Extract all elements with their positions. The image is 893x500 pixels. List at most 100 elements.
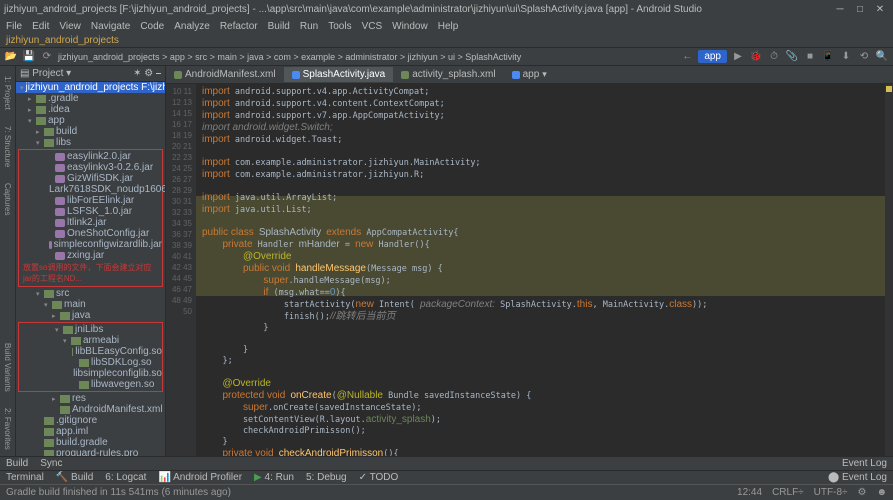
menu-code[interactable]: Code bbox=[140, 21, 164, 32]
save-icon[interactable]: 💾 bbox=[22, 50, 36, 64]
tw-todo[interactable]: ✓ TODO bbox=[359, 472, 399, 483]
tw-logcat[interactable]: 6: Logcat bbox=[105, 472, 146, 483]
tree-item[interactable]: easylinkv3-0.2.6.jar bbox=[19, 162, 162, 173]
run-icon[interactable]: ▶ bbox=[731, 50, 745, 64]
tab-splashactivity[interactable]: SplashActivity.java bbox=[284, 67, 394, 82]
tree-item[interactable]: Lark7618SDK_noudp1606031910_0101.j bbox=[19, 184, 162, 195]
status-lineend[interactable]: CRLF÷ bbox=[772, 487, 804, 498]
tab-structure[interactable]: 7: Structure bbox=[2, 120, 13, 173]
tree-item[interactable]: easylink2.0.jar bbox=[19, 151, 162, 162]
run-config-select[interactable]: app bbox=[698, 50, 727, 63]
menu-analyze[interactable]: Analyze bbox=[174, 21, 210, 32]
menu-file[interactable]: File bbox=[6, 21, 22, 32]
menu-window[interactable]: Window bbox=[392, 21, 428, 32]
tree-item[interactable]: GizWifiSDK.jar bbox=[19, 173, 162, 184]
minimize-icon[interactable]: ─ bbox=[831, 3, 849, 15]
tree-item[interactable]: build.gradle bbox=[16, 437, 165, 448]
sync-icon[interactable]: ⟲ bbox=[857, 50, 871, 64]
gutter: 10 11 12 13 14 15 16 17 18 19 20 21 22 2… bbox=[166, 84, 196, 456]
tree-item[interactable]: ▾jniLibs bbox=[19, 324, 162, 335]
status-face-icon[interactable]: ☻ bbox=[876, 487, 887, 498]
tree-item[interactable]: .gitignore bbox=[16, 415, 165, 426]
status-pos[interactable]: 12:44 bbox=[737, 487, 762, 498]
tab-project[interactable]: 1: Project bbox=[2, 70, 13, 116]
tree-item[interactable]: ltlink2.jar bbox=[19, 217, 162, 228]
tree-item[interactable]: ▾armeabi bbox=[19, 335, 162, 346]
avd-icon[interactable]: 📱 bbox=[821, 50, 835, 64]
breadcrumb[interactable]: jizhiyun_android_projects > app > src > … bbox=[58, 52, 521, 62]
tw-debug[interactable]: 5: Debug bbox=[306, 472, 347, 483]
annotation-box-1: easylink2.0.jareasylinkv3-0.2.6.jarGizWi… bbox=[18, 149, 163, 287]
tree-item[interactable]: ▾main bbox=[16, 299, 165, 310]
close-icon[interactable]: ✕ bbox=[871, 3, 889, 15]
tw-run[interactable]: ▶ 4: Run bbox=[254, 472, 294, 483]
tree-item[interactable]: ▾app bbox=[16, 115, 165, 126]
tree-item[interactable]: OneShotConfig.jar bbox=[19, 228, 162, 239]
maximize-icon[interactable]: □ bbox=[851, 3, 869, 15]
tree-item[interactable]: zxing.jar bbox=[19, 250, 162, 261]
tree-item[interactable]: ▸.idea bbox=[16, 104, 165, 115]
attach-icon[interactable]: 📎 bbox=[785, 50, 799, 64]
tab-app[interactable]: app▾ bbox=[504, 67, 555, 82]
pathbar: jizhiyun_android_projects bbox=[0, 34, 893, 48]
tree-item[interactable]: proguard-rules.pro bbox=[16, 448, 165, 456]
menu-help[interactable]: Help bbox=[438, 21, 459, 32]
menu-refactor[interactable]: Refactor bbox=[220, 21, 258, 32]
tree-item[interactable]: simpleconfigwizardlib.jar bbox=[19, 239, 162, 250]
menubar: File Edit View Navigate Code Analyze Ref… bbox=[0, 18, 893, 34]
menu-vcs[interactable]: VCS bbox=[362, 21, 383, 32]
tab-manifest[interactable]: AndroidManifest.xml bbox=[166, 67, 284, 82]
panel-sync[interactable]: Sync bbox=[40, 458, 62, 469]
status-gear-icon[interactable]: ⚙ bbox=[858, 487, 867, 498]
tree-item[interactable]: ▸res bbox=[16, 393, 165, 404]
tree-item[interactable]: libsimpleconfiglib.so bbox=[19, 368, 162, 379]
tw-profiler[interactable]: 📊 Android Profiler bbox=[158, 472, 242, 483]
tree-item[interactable]: libForEElink.jar bbox=[19, 195, 162, 206]
menu-run[interactable]: Run bbox=[300, 21, 318, 32]
menu-view[interactable]: View bbox=[59, 21, 81, 32]
tree-item[interactable]: ▾src bbox=[16, 288, 165, 299]
refresh-icon[interactable]: ⟳ bbox=[40, 50, 54, 64]
menu-build[interactable]: Build bbox=[268, 21, 290, 32]
editor[interactable]: 10 11 12 13 14 15 16 17 18 19 20 21 22 2… bbox=[166, 84, 893, 456]
tw-terminal[interactable]: Terminal bbox=[6, 472, 44, 483]
tree-item[interactable]: libwavegen.so bbox=[19, 379, 162, 390]
project-name[interactable]: jizhiyun_android_projects bbox=[6, 35, 119, 46]
tree-item[interactable]: ▸.gradle bbox=[16, 93, 165, 104]
tree-item[interactable]: ▸java bbox=[16, 310, 165, 321]
search-icon[interactable]: 🔍 bbox=[875, 50, 889, 64]
tw-eventlog[interactable]: ⬤ Event Log bbox=[828, 472, 887, 483]
tab-favorites[interactable]: 2: Favorites bbox=[2, 402, 13, 456]
tab-activity-splash[interactable]: activity_splash.xml bbox=[393, 67, 503, 82]
profile-icon[interactable]: ⏱ bbox=[767, 50, 781, 64]
tab-captures[interactable]: Captures bbox=[2, 177, 13, 221]
tree-root[interactable]: ▾jizhiyun_android_projects F:\jizhiyun_a… bbox=[16, 82, 165, 93]
tab-build-variants[interactable]: Build Variants bbox=[2, 337, 13, 398]
tree-item[interactable]: ▸build bbox=[16, 126, 165, 137]
tree-item[interactable]: AndroidManifest.xml bbox=[16, 404, 165, 415]
tree-settings-icon[interactable]: ✶ ⚙ ⎯ bbox=[133, 68, 161, 79]
titlebar: jizhiyun_android_projects [F:\jizhiyun_a… bbox=[0, 0, 893, 18]
back-icon[interactable]: ← bbox=[680, 50, 694, 64]
tree-item[interactable]: app.iml bbox=[16, 426, 165, 437]
panel-eventlog[interactable]: Event Log bbox=[842, 458, 887, 469]
tree-item[interactable]: libBLEasyConfig.so bbox=[19, 346, 162, 357]
tree-item[interactable]: LSFSK_1.0.jar bbox=[19, 206, 162, 217]
tw-build[interactable]: 🔨 Build bbox=[56, 472, 93, 483]
panel-build[interactable]: Build bbox=[6, 458, 28, 469]
status-encoding[interactable]: UTF-8÷ bbox=[814, 487, 848, 498]
annotation-text: 放置so调用的文件，下面会建立对应jar的工程名ND... bbox=[19, 261, 162, 285]
debug-icon[interactable]: 🐞 bbox=[749, 50, 763, 64]
sdk-icon[interactable]: ⬇ bbox=[839, 50, 853, 64]
code-area[interactable]: import android.support.v4.app.ActivityCo… bbox=[196, 84, 885, 456]
menu-navigate[interactable]: Navigate bbox=[91, 21, 130, 32]
open-icon[interactable]: 📂 bbox=[4, 50, 18, 64]
rstrip bbox=[885, 84, 893, 456]
tree-item[interactable]: libSDKLog.so bbox=[19, 357, 162, 368]
menu-tools[interactable]: Tools bbox=[328, 21, 351, 32]
tool-windows: Terminal 🔨 Build 6: Logcat 📊 Android Pro… bbox=[0, 470, 893, 484]
left-toolstrip: 1: Project 7: Structure Captures Build V… bbox=[0, 66, 16, 456]
stop-icon[interactable]: ■ bbox=[803, 50, 817, 64]
menu-edit[interactable]: Edit bbox=[32, 21, 49, 32]
tree-item[interactable]: ▾libs bbox=[16, 137, 165, 148]
